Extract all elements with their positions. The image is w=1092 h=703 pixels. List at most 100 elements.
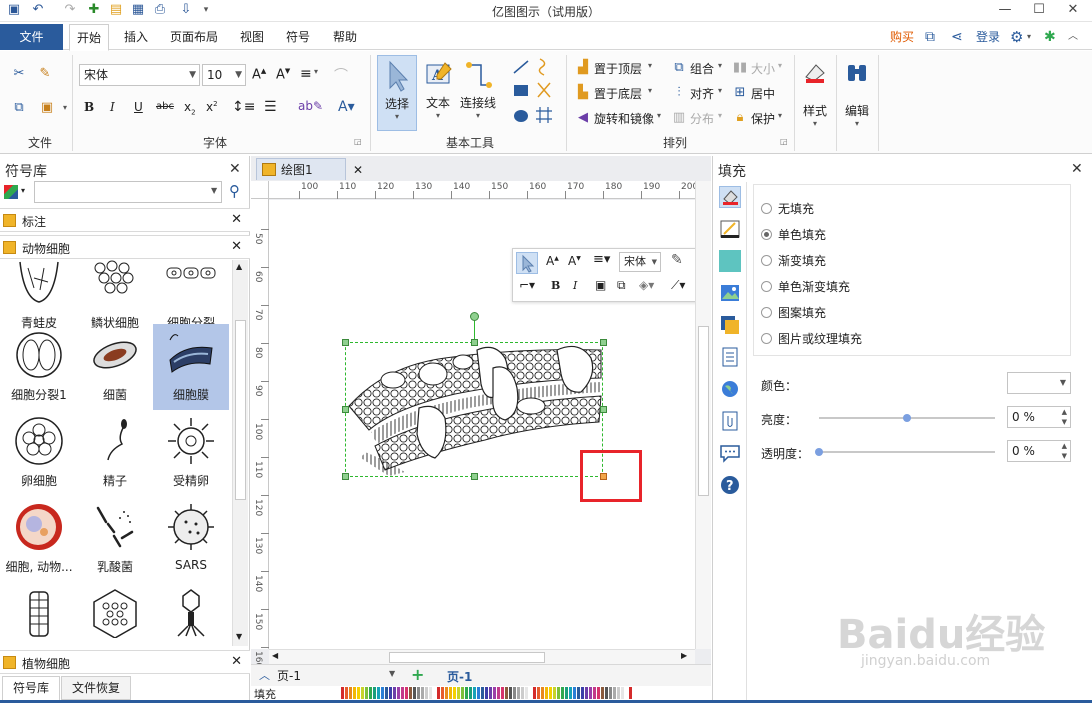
font-name-combo[interactable]: 宋体 ▼ bbox=[79, 64, 200, 86]
color-swatch[interactable] bbox=[357, 687, 360, 699]
symbol-animal-cell[interactable]: 细胞, 动物... bbox=[1, 496, 77, 582]
bold-button[interactable]: B bbox=[84, 100, 94, 114]
color-swatch[interactable] bbox=[485, 687, 488, 699]
fill-option-gradient[interactable]: 渐变填充 bbox=[761, 252, 826, 269]
group-icon[interactable]: ⧉ bbox=[670, 59, 688, 77]
resize-handle-top-left[interactable] bbox=[342, 339, 349, 346]
close-library-icon[interactable]: ✕ bbox=[231, 212, 242, 227]
canvas-hscroll-thumb[interactable] bbox=[389, 652, 545, 663]
fill-option-pattern[interactable]: 图案填充 bbox=[761, 304, 826, 321]
close-symbol-library-icon[interactable]: ✕ bbox=[229, 161, 241, 177]
close-fill-panel-icon[interactable]: ✕ bbox=[1071, 161, 1083, 177]
ellipse-icon[interactable] bbox=[514, 110, 528, 122]
color-swatch[interactable] bbox=[617, 687, 620, 699]
brightness-spinner-icon[interactable]: ▲ ▼ bbox=[1062, 407, 1067, 427]
color-swatch[interactable] bbox=[609, 687, 612, 699]
rotation-handle[interactable] bbox=[470, 312, 479, 321]
color-swatch[interactable] bbox=[437, 687, 440, 699]
symbol-bacteria[interactable]: 细菌 bbox=[77, 324, 153, 410]
shrink-font-icon[interactable]: A▼ bbox=[276, 67, 290, 82]
transparency-spinner-icon[interactable]: ▲ ▼ bbox=[1062, 441, 1067, 461]
color-swatch[interactable] bbox=[401, 687, 404, 699]
buy-link[interactable]: 购买 bbox=[890, 24, 914, 50]
screen-icon[interactable]: ⧉ bbox=[925, 24, 935, 50]
style-button[interactable]: 样式 ▾ bbox=[798, 59, 832, 141]
scroll-down-icon[interactable]: ▼ bbox=[236, 632, 242, 641]
resize-handle-top-right[interactable] bbox=[600, 339, 607, 346]
fill-option-single-gradient[interactable]: 单色渐变填充 bbox=[761, 278, 850, 295]
color-swatch[interactable] bbox=[405, 687, 408, 699]
brightness-slider-knob[interactable] bbox=[903, 414, 911, 422]
close-window-button[interactable]: ✕ bbox=[1056, 0, 1090, 20]
document-tab[interactable]: 绘图1 ✕ bbox=[256, 158, 363, 180]
clear-format-icon[interactable]: ⌒ bbox=[334, 65, 348, 85]
mini-italic-button[interactable]: I bbox=[573, 279, 577, 292]
mini-line-style-icon[interactable]: ⟋▾ bbox=[671, 278, 685, 293]
color-swatch[interactable] bbox=[373, 687, 376, 699]
symbol-virus-rod[interactable] bbox=[1, 582, 77, 646]
color-swatch[interactable] bbox=[425, 687, 428, 699]
resize-handle-bottom-left[interactable] bbox=[342, 473, 349, 480]
distribute-button[interactable]: 分布 bbox=[690, 110, 714, 127]
color-swatch[interactable] bbox=[429, 687, 432, 699]
color-swatch[interactable] bbox=[541, 687, 544, 699]
align-icon[interactable]: ⫶ bbox=[670, 84, 688, 102]
rectangle-icon[interactable] bbox=[514, 85, 528, 96]
color-swatch[interactable] bbox=[393, 687, 396, 699]
send-back-dropdown-icon[interactable]: ▾ bbox=[648, 86, 652, 95]
distribute-icon[interactable]: ▥ bbox=[670, 109, 688, 127]
color-swatches[interactable] bbox=[341, 687, 633, 699]
arrange-dialog-launcher-icon[interactable]: ◲ bbox=[780, 137, 788, 146]
scroll-right-icon[interactable]: ▶ bbox=[681, 651, 687, 660]
mini-bold-button[interactable]: B bbox=[551, 279, 560, 292]
color-swatch[interactable] bbox=[441, 687, 444, 699]
color-swatch[interactable] bbox=[345, 687, 348, 699]
symbol-search-input[interactable] bbox=[34, 181, 222, 203]
help-tab-icon[interactable]: ? bbox=[719, 474, 741, 496]
color-swatch[interactable] bbox=[365, 687, 368, 699]
cross-point-icon[interactable] bbox=[537, 82, 551, 98]
color-swatch[interactable] bbox=[629, 687, 632, 699]
color-swatch[interactable] bbox=[369, 687, 372, 699]
symbol-sars[interactable]: SARS bbox=[153, 496, 229, 582]
document-tab-icon[interactable] bbox=[719, 346, 741, 368]
lock-icon[interactable]: 🔒︎ bbox=[731, 109, 749, 127]
color-swatch[interactable] bbox=[517, 687, 520, 699]
transparency-slider[interactable] bbox=[815, 448, 995, 456]
align-dropdown-icon[interactable]: ▾ bbox=[314, 67, 318, 76]
curve-icon[interactable] bbox=[538, 58, 546, 76]
tab-symbol[interactable]: 符号 bbox=[279, 24, 317, 50]
mini-fill-icon[interactable]: ◈▾ bbox=[639, 278, 654, 292]
bring-front-dropdown-icon[interactable]: ▾ bbox=[648, 61, 652, 70]
resize-handle-right[interactable] bbox=[600, 406, 607, 413]
symbol-cell-division-1[interactable]: 细胞分裂1 bbox=[1, 324, 77, 410]
color-swatch[interactable] bbox=[449, 687, 452, 699]
color-swatch[interactable] bbox=[525, 687, 528, 699]
color-swatch[interactable] bbox=[521, 687, 524, 699]
share-icon[interactable]: ⋖ bbox=[951, 24, 963, 50]
color-swatch[interactable] bbox=[349, 687, 352, 699]
color-swatch[interactable] bbox=[601, 687, 604, 699]
tab-file-recovery[interactable]: 文件恢复 bbox=[61, 676, 132, 700]
maximize-button[interactable]: ☐ bbox=[1022, 0, 1056, 20]
fill-option-texture[interactable]: 图片或纹理填充 bbox=[761, 330, 862, 347]
font-color-icon[interactable]: A▾ bbox=[338, 99, 355, 115]
line-spacing-icon[interactable]: ↕≡ bbox=[232, 99, 255, 115]
superscript-button[interactable]: x2 bbox=[206, 100, 218, 114]
tab-page-layout[interactable]: 页面布局 bbox=[164, 24, 224, 50]
color-swatch[interactable] bbox=[513, 687, 516, 699]
page-bar-collapse-icon[interactable]: ︿ bbox=[259, 667, 270, 683]
color-swatch[interactable] bbox=[457, 687, 460, 699]
color-swatch[interactable] bbox=[565, 687, 568, 699]
size-button[interactable]: 大小 bbox=[751, 60, 775, 77]
color-swatch[interactable] bbox=[545, 687, 548, 699]
color-swatch[interactable] bbox=[397, 687, 400, 699]
gear-icon[interactable]: ⚙ bbox=[1010, 24, 1023, 50]
symbol-egg-cell[interactable]: 卵细胞 bbox=[1, 410, 77, 496]
color-swatch[interactable] bbox=[477, 687, 480, 699]
subscript-button[interactable]: x2 bbox=[184, 100, 196, 116]
color-swatch[interactable] bbox=[481, 687, 484, 699]
color-swatch[interactable] bbox=[509, 687, 512, 699]
search-dropdown-icon[interactable]: ▼ bbox=[211, 186, 217, 195]
strikethrough-button[interactable]: abc bbox=[156, 101, 174, 112]
